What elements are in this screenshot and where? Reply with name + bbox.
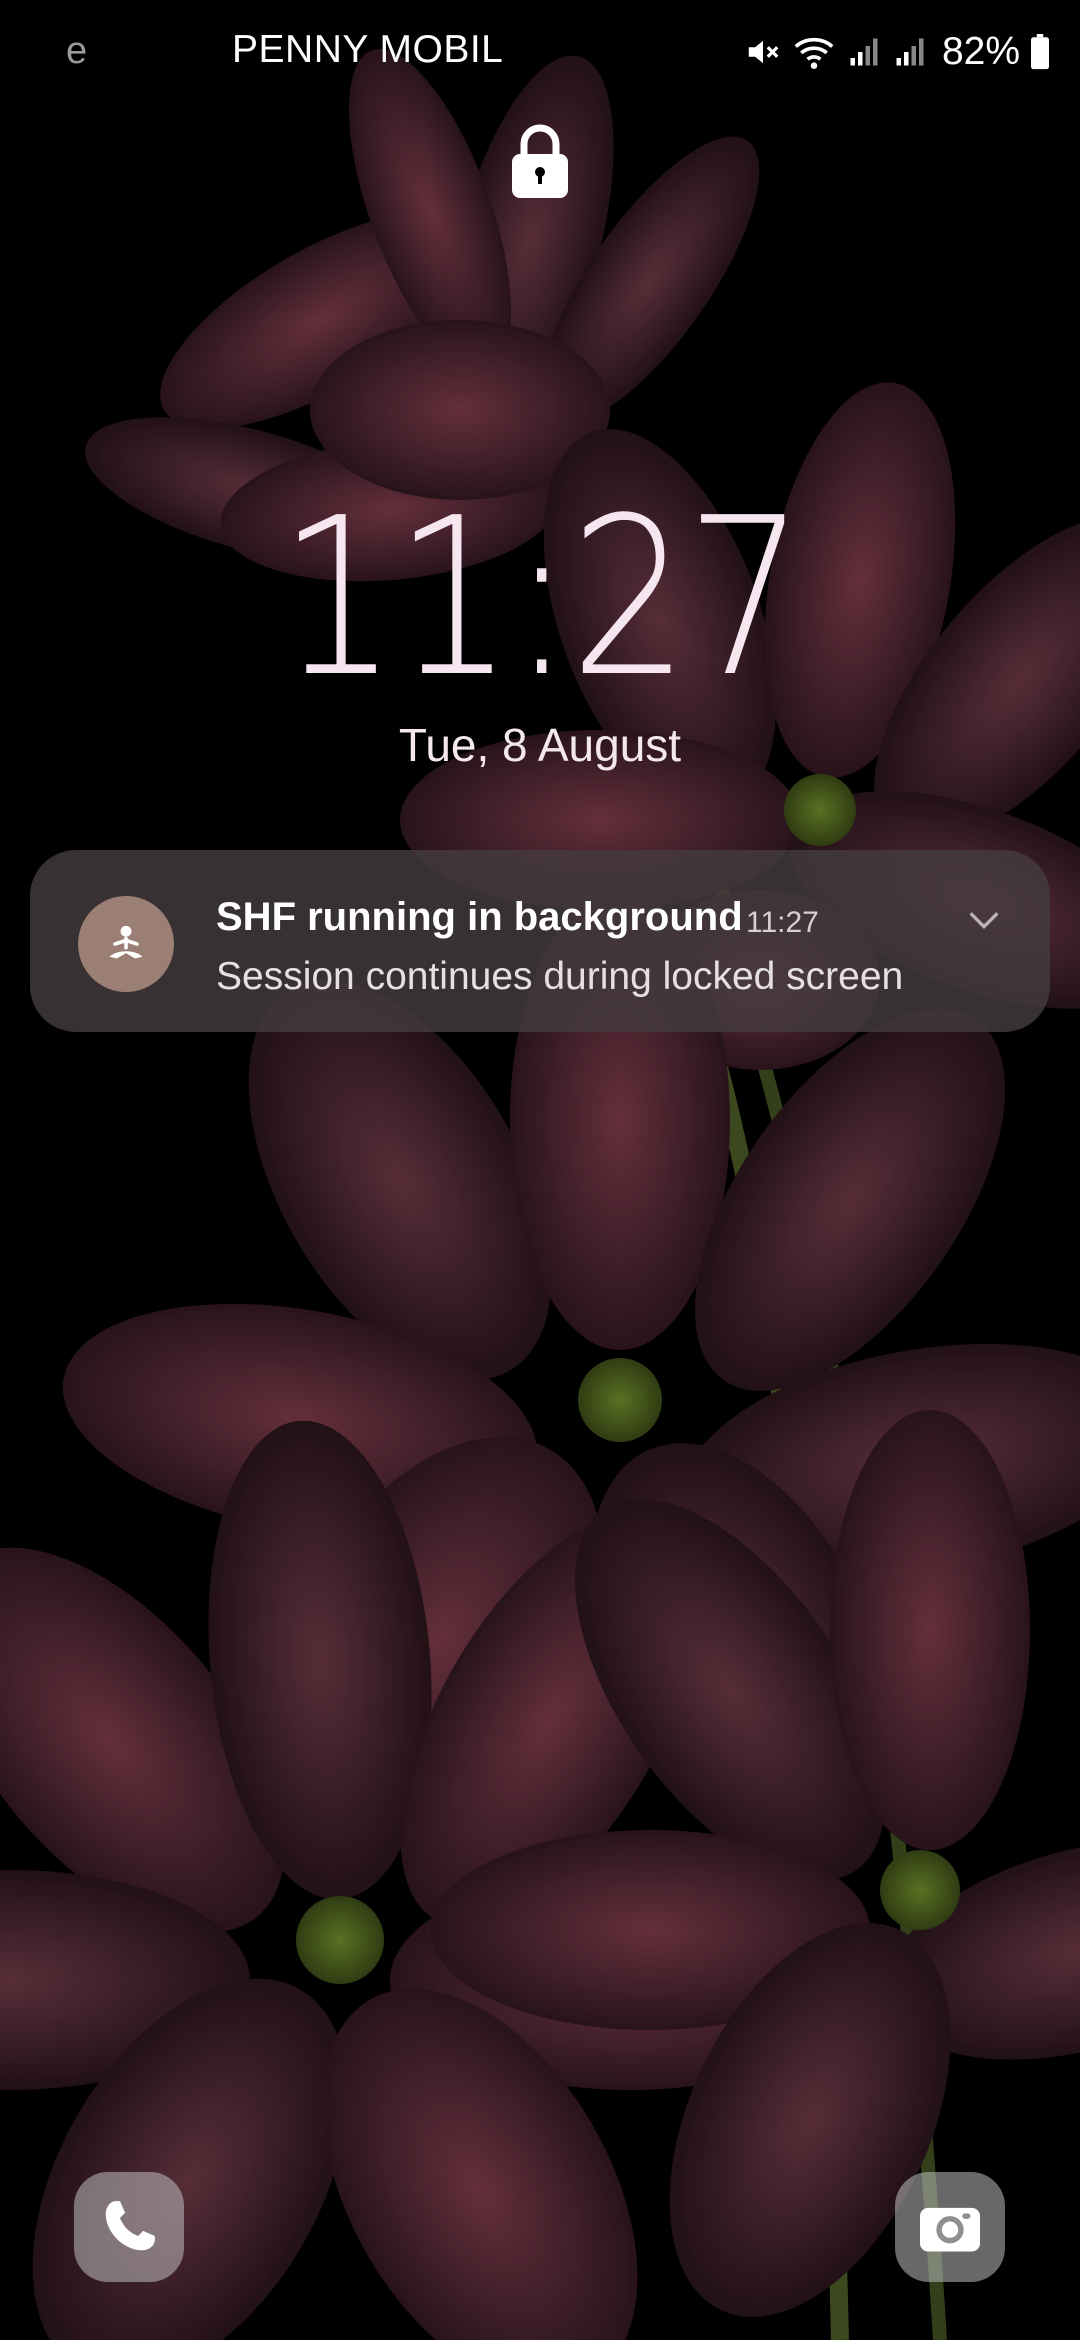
carrier-name: PENNY MOBIL [232,28,504,71]
signal-icon [896,38,924,66]
meditation-icon [78,896,174,992]
notification-time: 11:27 [746,906,819,939]
notification-body: Session continues during locked screen [216,955,904,998]
wallpaper-image [0,0,1080,2340]
mute-icon [748,40,779,64]
status-icons: 82% [744,24,1050,80]
lock-icon[interactable] [510,122,570,200]
camera-shortcut-button[interactable] [895,2172,1005,2282]
phone-icon [105,2201,155,2251]
lock-date: Tue, 8 August [398,719,682,771]
phone-shortcut-button[interactable] [74,2172,184,2282]
status-bar: e PENNY MOBIL 82% [0,0,1080,104]
lock-screen: e PENNY MOBIL 82% 11:27 Tue, 8 August SH… [0,0,1080,2340]
status-left-text: e [66,30,88,72]
notification-card[interactable]: SHF running in background 11:27 Session … [30,850,1050,1032]
signal-icon [850,38,878,66]
notification-title: SHF running in background [216,895,743,939]
battery-percentage: 82% [941,30,1020,73]
wifi-icon [794,37,834,69]
lock-clock: 11:27 [278,472,805,725]
camera-icon [920,2207,980,2252]
chevron-down-icon[interactable] [964,900,1004,940]
battery-icon [1031,34,1049,70]
